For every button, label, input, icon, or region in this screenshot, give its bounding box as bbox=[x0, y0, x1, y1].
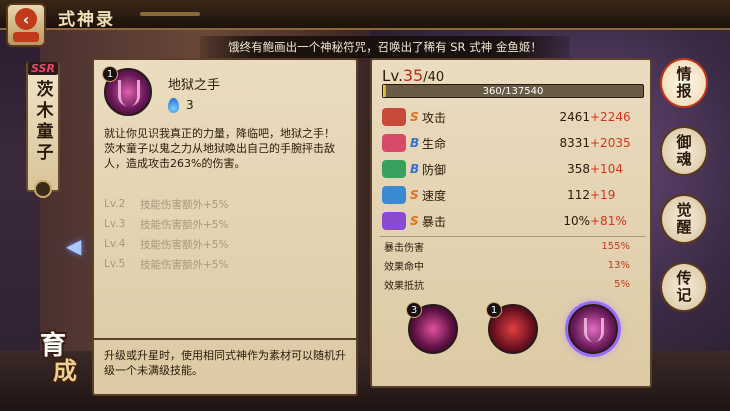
back-button[interactable]: ‹ bbox=[6, 3, 46, 47]
rarity-badge: SSR bbox=[28, 62, 58, 75]
stat-base: 8331 bbox=[559, 136, 590, 150]
stat-name: 防御 bbox=[422, 162, 447, 177]
list-item: Lv.2 技能伤害额外+5% bbox=[104, 194, 344, 214]
stat-bonus: +19 bbox=[590, 188, 616, 202]
claw-icon bbox=[584, 318, 604, 342]
divider bbox=[380, 236, 646, 237]
announcement-banner: 饿终有鲍画出一个神秘符咒，召唤出了稀有 SR 式神 金鱼姬！ bbox=[200, 36, 570, 58]
exp-bar: 360/137540 bbox=[382, 84, 644, 98]
stat-name: 暴击 bbox=[422, 214, 447, 229]
upgrade-text: 技能伤害额外+5% bbox=[140, 258, 229, 271]
exp-text: 360/137540 bbox=[482, 85, 544, 97]
tab-awaken[interactable]: 觉醒 bbox=[660, 194, 708, 244]
upgrade-text: 技能伤害额外+5% bbox=[140, 198, 229, 211]
skill-slot-3[interactable] bbox=[568, 304, 618, 354]
sub-stat-name: 效果命中 bbox=[384, 261, 424, 273]
speed-icon bbox=[382, 186, 406, 204]
back-arrow-icon: ‹ bbox=[15, 8, 37, 30]
sub-stat-value: 155% bbox=[601, 240, 630, 252]
claw-icon bbox=[118, 80, 140, 106]
stat-grade: B bbox=[410, 136, 420, 150]
upgrade-level: Lv.4 bbox=[104, 238, 126, 250]
stat-row-attack: S 攻击 2461 +2246 bbox=[382, 106, 644, 128]
sub-stat-row: 暴击伤害 155% bbox=[384, 238, 630, 254]
stat-grade: S bbox=[410, 110, 419, 124]
skill-name: 地狱之手 bbox=[168, 78, 221, 93]
stat-bonus: +2035 bbox=[590, 136, 631, 150]
stat-row-hp: B 生命 8331 +2035 bbox=[382, 132, 644, 154]
tab-biography[interactable]: 传记 bbox=[660, 262, 708, 312]
max-level: /40 bbox=[423, 70, 445, 85]
lantern-icon bbox=[13, 32, 39, 42]
previous-arrow-icon[interactable]: ◀ bbox=[66, 234, 81, 258]
stat-bonus: +2246 bbox=[590, 110, 631, 124]
skill-panel: 1 地狱之手 3 就让你见识我真正的力量，降临吧，地狱之手！ 茨木童子以鬼之力从… bbox=[92, 58, 358, 396]
hp-icon bbox=[382, 134, 406, 152]
side-tabs: 情报 御魂 觉醒 传记 bbox=[654, 58, 714, 330]
skill-footer-note: 升级或升星时，使用相同式神作为素材可以随机升级一个未满级技能。 bbox=[94, 338, 356, 394]
skill-slot-1[interactable]: 3 bbox=[406, 302, 458, 354]
skill-icon[interactable]: 1 bbox=[102, 66, 152, 116]
tab-info[interactable]: 情报 bbox=[660, 58, 708, 108]
level-display: Lv.35/40 bbox=[382, 66, 444, 85]
stat-bonus: +104 bbox=[590, 162, 623, 176]
stat-grade: S bbox=[410, 188, 419, 202]
tab-soul[interactable]: 御魂 bbox=[660, 126, 708, 176]
page-title: 式神录 bbox=[58, 10, 115, 30]
skill-slot-level: 1 bbox=[486, 302, 502, 318]
sub-stat-value: 5% bbox=[614, 278, 630, 290]
stat-grade: S bbox=[410, 214, 419, 228]
shikigami-name-scroll: 茨木童子 bbox=[26, 62, 60, 198]
shikigami-name: 茨木童子 bbox=[32, 80, 53, 164]
skill-slot-2[interactable]: 1 bbox=[486, 302, 538, 354]
stat-name: 生命 bbox=[422, 136, 447, 151]
list-item: Lv.5 技能伤害额外+5% bbox=[104, 254, 344, 274]
upgrade-text: 技能伤害额外+5% bbox=[140, 238, 229, 251]
stats-panel: Lv.35/40 360/137540 S 攻击 2461 +2246 B 生命… bbox=[370, 58, 652, 388]
sub-stat-row: 效果抵抗 5% bbox=[384, 276, 630, 292]
skill-description: 就让你见识我真正的力量，降临吧，地狱之手！ 茨木童子以鬼之力从地狱唤出自己的手腕… bbox=[104, 127, 335, 170]
current-level: 35 bbox=[402, 66, 424, 85]
skill-icons-row: 3 1 bbox=[372, 302, 654, 364]
sub-stat-value: 13% bbox=[607, 259, 630, 271]
upgrade-level: Lv.5 bbox=[104, 258, 126, 270]
upgrade-level: Lv.3 bbox=[104, 218, 126, 230]
stat-base: 10% bbox=[563, 214, 590, 228]
stat-name: 攻击 bbox=[422, 110, 447, 125]
stat-base: 112 bbox=[567, 188, 590, 202]
stat-name: 速度 bbox=[422, 188, 447, 203]
attack-icon bbox=[382, 108, 406, 126]
stat-base: 2461 bbox=[559, 110, 590, 124]
upgrade-text: 技能伤害额外+5% bbox=[140, 218, 229, 231]
upgrade-level: Lv.2 bbox=[104, 198, 126, 210]
sub-stat-name: 暴击伤害 bbox=[384, 242, 424, 254]
sub-stat-name: 效果抵抗 bbox=[384, 280, 424, 292]
skill-level-badge: 1 bbox=[102, 66, 118, 82]
stat-base: 358 bbox=[567, 162, 590, 176]
onibi-fire-icon bbox=[168, 98, 179, 113]
title-ornament bbox=[140, 12, 200, 16]
skill-slot-level: 3 bbox=[406, 302, 422, 318]
skill-cost: 3 bbox=[186, 98, 194, 112]
growth-label-2: 成 bbox=[53, 356, 77, 385]
stat-row-defense: B 防御 358 +104 bbox=[382, 158, 644, 180]
stat-row-crit: S 暴击 10% +81% bbox=[382, 210, 644, 232]
level-prefix: Lv. bbox=[382, 67, 403, 85]
stat-row-speed: S 速度 112 +19 bbox=[382, 184, 644, 206]
skill-upgrade-list: Lv.2 技能伤害额外+5% Lv.3 技能伤害额外+5% Lv.4 技能伤害额外+5… bbox=[104, 194, 344, 274]
list-item: Lv.4 技能伤害额外+5% bbox=[104, 234, 344, 254]
defense-icon bbox=[382, 160, 406, 178]
sub-stat-row: 效果命中 13% bbox=[384, 257, 630, 273]
list-item: Lv.3 技能伤害额外+5% bbox=[104, 214, 344, 234]
crit-icon bbox=[382, 212, 406, 230]
growth-button[interactable]: 育 成 bbox=[18, 318, 88, 398]
stat-bonus: +81% bbox=[590, 214, 627, 228]
stat-grade: B bbox=[410, 162, 420, 176]
scroll-knot-icon bbox=[34, 180, 52, 198]
